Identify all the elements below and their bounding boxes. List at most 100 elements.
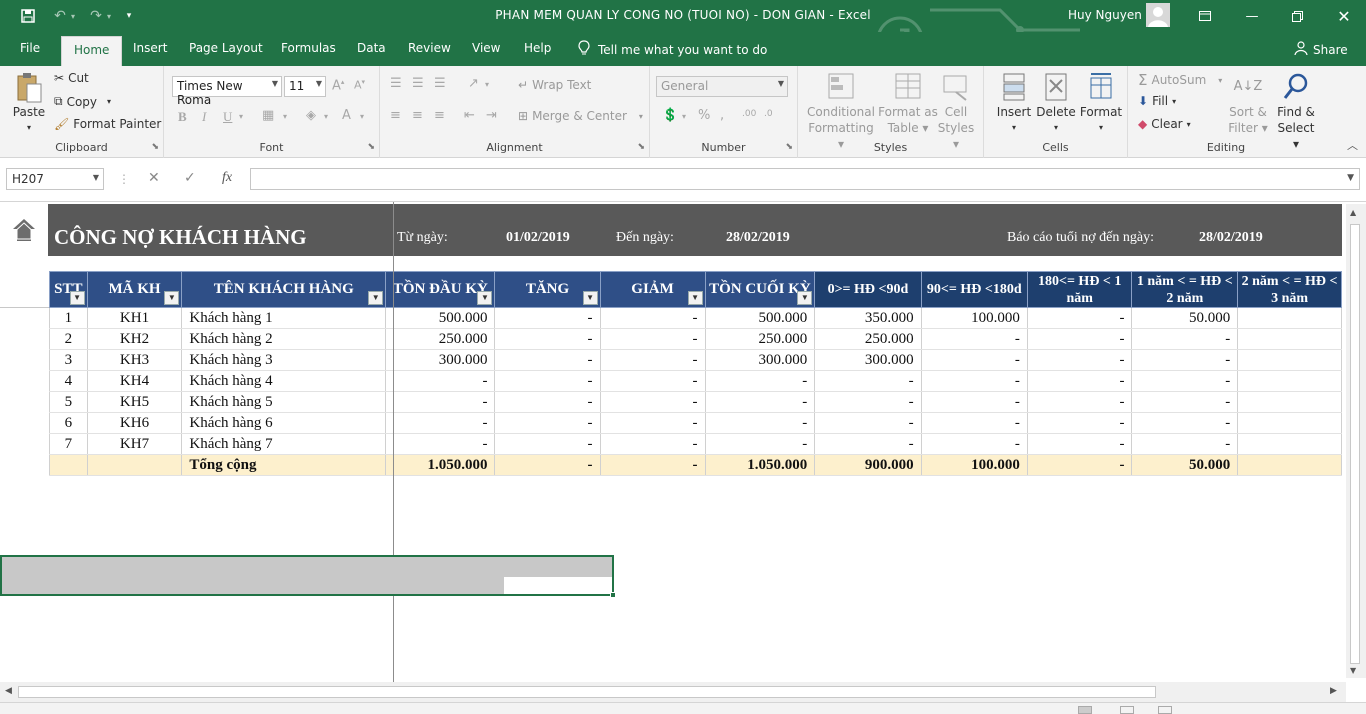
filter-dropdown-icon[interactable]: ▼ (164, 291, 180, 305)
decrease-font-icon[interactable]: A▾ (354, 78, 365, 92)
filter-dropdown-icon[interactable]: ▼ (797, 291, 813, 305)
table-cell[interactable]: Khách hàng 2 (181, 328, 387, 350)
column-header-5[interactable]: GIẢM ▼ (599, 271, 706, 308)
column-header-1[interactable]: MÃ KH ▼ (86, 271, 183, 308)
table-cell[interactable]: - (1026, 454, 1133, 476)
table-cell[interactable]: - (1026, 349, 1133, 371)
avatar[interactable] (1146, 3, 1170, 27)
borders-dropdown-icon[interactable]: ▾ (283, 112, 287, 121)
table-cell[interactable]: - (814, 433, 922, 455)
tab-file[interactable]: File (20, 41, 40, 55)
table-cell[interactable]: 250.000 (814, 328, 922, 350)
normal-view-icon[interactable] (1078, 706, 1092, 714)
table-cell[interactable]: Khách hàng 6 (181, 412, 387, 434)
cut-button[interactable]: ✂ Cut (54, 71, 89, 85)
filter-dropdown-icon[interactable]: ▼ (69, 291, 85, 305)
table-cell[interactable]: - (494, 370, 601, 392)
home-icon[interactable] (0, 204, 48, 256)
table-cell[interactable]: KH3 (86, 349, 183, 371)
name-box[interactable]: H207 ▼ (6, 168, 104, 190)
tab-data[interactable]: Data (357, 41, 386, 55)
font-name-select[interactable]: Times New Roma ▼ (172, 76, 282, 107)
tab-insert[interactable]: Insert (133, 41, 167, 55)
accounting-dropdown-icon[interactable]: ▾ (682, 112, 686, 121)
page-break-view-icon[interactable] (1158, 706, 1172, 714)
alignment-launcher-icon[interactable]: ⬊ (637, 142, 645, 152)
table-cell[interactable]: Khách hàng 7 (181, 433, 387, 455)
table-cell[interactable]: - (599, 412, 706, 434)
table-cell[interactable]: KH1 (86, 307, 183, 329)
table-cell[interactable]: - (814, 391, 922, 413)
cell-styles-button[interactable]: Cell Styles ▾ (936, 72, 976, 152)
sort-filter-button[interactable]: A↓Z Sort & Filter ▾ (1228, 72, 1268, 136)
number-format-select[interactable]: General ▼ (656, 76, 788, 97)
table-cell[interactable] (1237, 412, 1342, 434)
table-cell[interactable]: - (599, 370, 706, 392)
table-cell[interactable]: - (920, 370, 1028, 392)
column-header-11[interactable]: 2 năm < = HĐ < 3 năm (1237, 271, 1342, 308)
table-cell[interactable]: 3 (49, 349, 88, 371)
column-header-10[interactable]: 1 năm < = HĐ < 2 năm (1131, 271, 1239, 308)
align-center-icon[interactable]: ≡ (412, 108, 423, 123)
fill-handle[interactable] (610, 592, 616, 598)
table-cell[interactable]: - (494, 433, 601, 455)
clipboard-launcher-icon[interactable]: ⬊ (151, 142, 159, 152)
filter-dropdown-icon[interactable]: ▼ (582, 291, 598, 305)
table-cell[interactable]: 300.000 (385, 349, 496, 371)
number-launcher-icon[interactable]: ⬊ (785, 142, 793, 152)
align-top-icon[interactable]: ☰ (390, 76, 402, 91)
underline-icon[interactable]: U (223, 109, 232, 125)
font-color-dropdown-icon[interactable]: ▾ (360, 112, 364, 121)
cancel-icon[interactable]: ✕ (148, 170, 160, 186)
column-header-6[interactable]: TỒN CUỐI KỲ ▼ (704, 271, 816, 308)
table-cell[interactable]: - (920, 349, 1028, 371)
format-painter-button[interactable]: 🖌 Format Painter (54, 117, 161, 131)
table-cell[interactable]: - (385, 433, 496, 455)
tab-formulas[interactable]: Formulas (281, 41, 336, 55)
table-cell[interactable]: 5 (49, 391, 88, 413)
ribbon-display-icon[interactable] (1191, 5, 1219, 27)
decrease-decimal-icon[interactable]: .0 (764, 109, 773, 119)
fill-color-dropdown-icon[interactable]: ▾ (324, 112, 328, 121)
selected-range[interactable] (0, 555, 616, 598)
table-cell[interactable]: 1.050.000 (385, 454, 496, 476)
table-cell[interactable]: 1 (49, 307, 88, 329)
column-header-2[interactable]: TÊN KHÁCH HÀNG ▼ (181, 271, 387, 308)
column-header-3[interactable]: TỒN ĐẦU KỲ ▼ (385, 271, 496, 308)
table-cell[interactable]: - (1026, 391, 1133, 413)
tab-home[interactable]: Home (61, 36, 123, 66)
insert-function-icon[interactable]: fx (222, 170, 232, 186)
table-cell[interactable] (1237, 370, 1342, 392)
percent-icon[interactable]: % (698, 108, 710, 123)
user-name[interactable]: Huy Nguyen (1068, 8, 1142, 22)
vertical-scroll-thumb[interactable] (1350, 224, 1360, 664)
table-cell[interactable]: - (704, 391, 816, 413)
font-color-icon[interactable]: A (342, 108, 351, 123)
orientation-dropdown-icon[interactable]: ▾ (485, 80, 489, 89)
table-cell[interactable]: 50.000 (1131, 454, 1239, 476)
comma-icon[interactable]: , (720, 108, 724, 123)
table-cell[interactable]: Khách hàng 5 (181, 391, 387, 413)
table-cell[interactable] (1237, 349, 1342, 371)
vertical-scrollbar[interactable]: ▲ ▼ (1346, 204, 1366, 678)
table-cell[interactable]: KH2 (86, 328, 183, 350)
table-cell[interactable]: Khách hàng 4 (181, 370, 387, 392)
conditional-formatting-button[interactable]: Conditional Formatting ▾ (806, 72, 876, 152)
table-cell[interactable]: - (814, 412, 922, 434)
table-cell[interactable]: - (385, 391, 496, 413)
align-right-icon[interactable]: ≡ (434, 108, 445, 123)
enter-icon[interactable]: ✓ (184, 170, 196, 186)
increase-decimal-icon[interactable]: .00 (742, 109, 756, 119)
table-cell[interactable] (86, 454, 183, 476)
table-cell[interactable]: - (385, 412, 496, 434)
tab-review[interactable]: Review (408, 41, 451, 55)
table-cell[interactable]: - (1131, 370, 1239, 392)
table-cell[interactable]: - (494, 454, 601, 476)
bold-icon[interactable]: B (178, 109, 187, 125)
format-as-table-button[interactable]: Format as Table ▾ (878, 72, 938, 136)
column-header-4[interactable]: TĂNG ▼ (494, 271, 601, 308)
table-cell[interactable]: 250.000 (704, 328, 816, 350)
table-cell[interactable] (49, 454, 88, 476)
underline-dropdown-icon[interactable]: ▾ (239, 112, 243, 121)
table-cell[interactable]: 500.000 (704, 307, 816, 329)
